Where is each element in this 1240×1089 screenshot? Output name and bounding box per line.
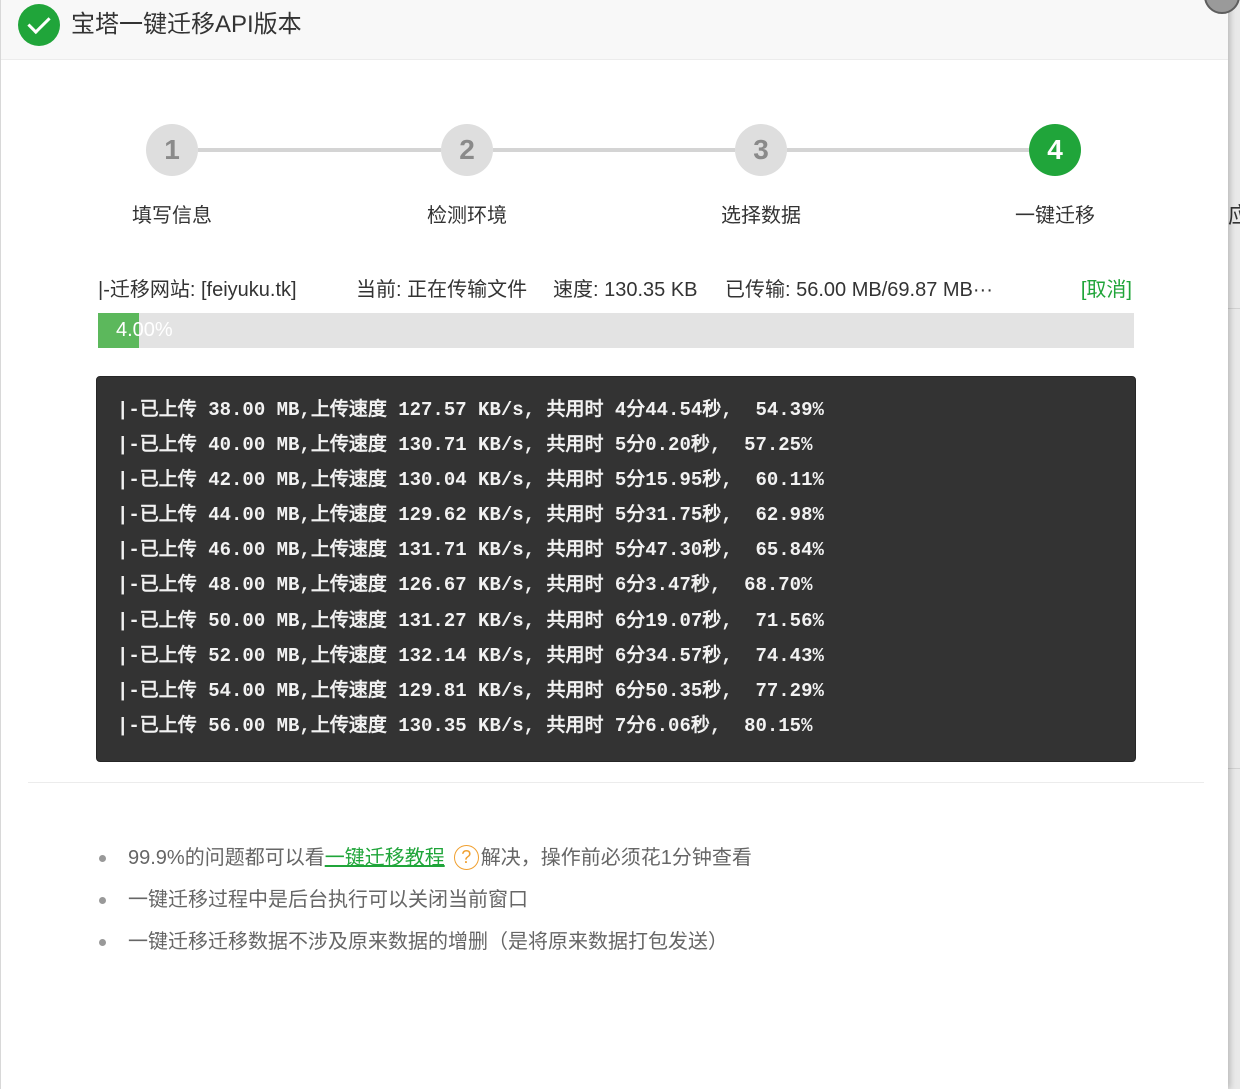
bullet-icon [99,897,106,904]
bullet-icon [99,855,106,862]
log-line: |-已上传 50.00 MB,上传速度 131.27 KB/s, 共用时 6分1… [117,609,824,632]
log-line: |-已上传 54.00 MB,上传速度 129.81 KB/s, 共用时 6分5… [117,679,824,702]
tip-text: 一键迁移迁移数据不涉及原来数据的增删（是将原来数据打包发送） [128,931,728,953]
log-line: |-已上传 40.00 MB,上传速度 130.71 KB/s, 共用时 5分0… [117,434,813,457]
step-3-circle: 3 [735,124,787,176]
tips-list: 99.9%的问题都可以看一键迁移教程? 解决，操作前必须花1分钟查看 一键迁移过程… [97,837,752,963]
bullet-icon [99,939,106,946]
log-line: |-已上传 42.00 MB,上传速度 130.04 KB/s, 共用时 5分1… [117,469,824,492]
divider [28,782,1204,783]
close-button-wrap [1200,0,1240,14]
log-line: |-已上传 38.00 MB,上传速度 127.57 KB/s, 共用时 4分4… [117,399,824,421]
log-line: |-已上传 48.00 MB,上传速度 126.67 KB/s, 共用时 6分3… [117,574,813,597]
status-site: |-迁移网站: [feiyuku.tk] [98,279,297,301]
step-connector [787,148,1029,152]
step-1-label: 填写信息 [132,205,212,227]
dialog-title: 宝塔一键迁移API版本 [71,11,302,38]
step-2-circle: 2 [441,124,493,176]
log-line: |-已上传 52.00 MB,上传速度 132.14 KB/s, 共用时 6分3… [117,644,824,667]
background-divider [1228,308,1240,309]
cancel-button[interactable]: [取消] [1081,277,1132,303]
status-speed: 速度: 130.35 KB [553,279,698,301]
status-current: 当前: 正在传输文件 [356,279,528,301]
step-connector [493,148,735,152]
log-line: |-已上传 44.00 MB,上传速度 129.62 KB/s, 共用时 5分3… [117,504,824,527]
background-divider [1228,768,1240,769]
dialog-header: 宝塔一键迁移API版本 [1,0,1228,60]
step-4-label: 一键迁移 [1015,205,1095,227]
transfer-log[interactable]: |-已上传 38.00 MB,上传速度 127.57 KB/s, 共用时 4分4… [96,376,1136,762]
status-transferred: 已传输: 56.00 MB/69.87 MB··· [725,279,993,301]
question-icon[interactable]: ? [453,844,479,870]
step-connector [198,148,441,152]
progress-bar: 4.00% [98,313,1134,348]
close-icon[interactable] [1204,0,1240,14]
step-3-label: 选择数据 [721,205,801,227]
tip-text: 解决，操作前必须花1分钟查看 [480,847,752,869]
step-2-label: 检测环境 [427,205,507,227]
background-page: 应 [1228,0,1240,1089]
tip-item: 99.9%的问题都可以看一键迁移教程? 解决，操作前必须花1分钟查看 [97,837,752,879]
step-1-circle: 1 [146,124,198,176]
progress-label: 4.00% [116,319,173,341]
tutorial-link[interactable]: 一键迁移教程 [325,847,445,869]
migration-dialog: 宝塔一键迁移API版本 1 2 3 4 填写信息 检测环境 选择数据 一键迁移 … [0,0,1228,1089]
log-line: |-已上传 46.00 MB,上传速度 131.71 KB/s, 共用时 5分4… [117,539,824,562]
tip-item: 一键迁移过程中是后台执行可以关闭当前窗口 [97,879,752,921]
check-circle-icon [18,4,60,46]
step-4-circle: 4 [1029,124,1081,176]
tip-text: 99.9%的问题都可以看 [128,847,325,869]
background-partial-text: 应 [1228,203,1240,228]
tip-item: 一键迁移迁移数据不涉及原来数据的增删（是将原来数据打包发送） [97,921,752,963]
log-line: |-已上传 56.00 MB,上传速度 130.35 KB/s, 共用时 7分6… [117,714,813,737]
tip-text: 一键迁移过程中是后台执行可以关闭当前窗口 [128,889,528,911]
